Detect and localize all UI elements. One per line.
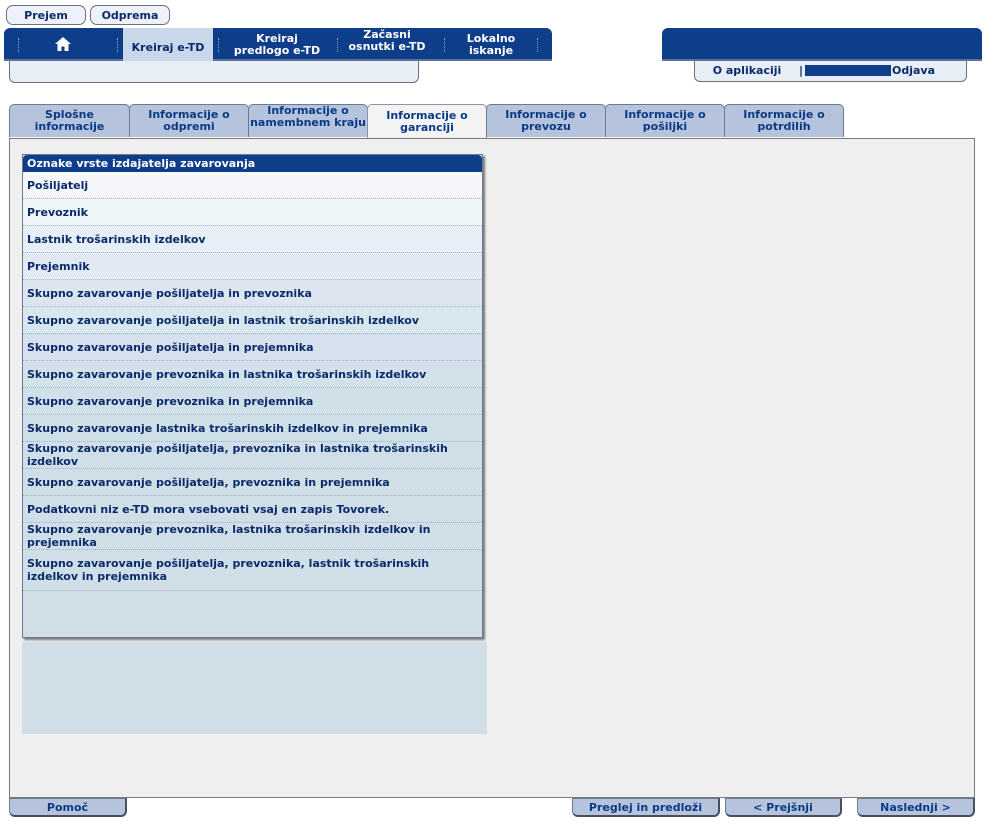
tab-general[interactable]: Splošne informacije — [9, 104, 130, 137]
nav-create-template[interactable]: Kreiraj predlogo e-TD — [228, 28, 326, 61]
nav-divider — [117, 38, 119, 52]
about-link[interactable]: O aplikaciji — [695, 63, 799, 79]
tab-consignment-info[interactable]: Informacije o pošiljki — [605, 104, 725, 137]
tab-label: Informacije o namembnem kraju — [250, 104, 366, 129]
user-subbar: O aplikaciji | Odjava — [694, 61, 967, 82]
list-item[interactable]: Skupno zavarovanje pošiljatelja in lastn… — [23, 307, 482, 334]
list-item[interactable]: Skupno zavarovanje pošiljatelja, prevozn… — [23, 550, 482, 591]
nav-divider — [18, 38, 20, 52]
list-item[interactable]: Skupno zavarovanje prevoznika in prejemn… — [23, 388, 482, 415]
nav-subbar — [9, 61, 419, 83]
nav-divider — [537, 38, 539, 52]
dispatch-button[interactable]: Odprema — [90, 5, 170, 25]
list-item[interactable]: Skupno zavarovanje pošiljatelja in preje… — [23, 334, 482, 361]
tab-dispatch-info[interactable]: Informacije o odpremi — [129, 104, 249, 137]
list-item[interactable]: Skupno zavarovanje pošiljatelja, prevozn… — [23, 442, 482, 469]
nav-local-search-label: Lokalno iskanje — [466, 31, 516, 57]
guarantor-type-list: Oznake vrste izdajatelja zavarovanja Poš… — [22, 154, 483, 638]
review-submit-button[interactable]: Preglej in predloži — [572, 798, 720, 817]
nav-divider — [337, 38, 339, 52]
nav-drafts-label: Začasni osnutki e-TD — [348, 28, 426, 53]
tab-label: Informacije o pošiljki — [624, 108, 706, 133]
tab-label: Informacije o garanciji — [386, 109, 468, 134]
list-item[interactable]: Skupno zavarovanje pošiljatelja in prevo… — [23, 280, 482, 307]
nav-create-etd-label: Kreiraj e-TD — [131, 40, 205, 54]
nav-home-button[interactable] — [48, 34, 78, 56]
nav-divider — [444, 38, 446, 52]
list-item[interactable]: Skupno zavarovanje lastnika trošarinskih… — [23, 415, 482, 442]
next-button[interactable]: Naslednji > — [857, 798, 975, 817]
list-item[interactable]: Podatkovni niz e-TD mora vsebovati vsaj … — [23, 496, 482, 523]
tab-guarantee-info[interactable]: Informacije o garanciji — [367, 104, 487, 139]
tab-label: Informacije o odpremi — [148, 108, 230, 133]
tab-label: Informacije o potrdilih — [743, 108, 825, 133]
logout-link[interactable]: Odjava — [892, 63, 942, 79]
list-item[interactable]: Pošiljatelj — [23, 172, 482, 199]
help-button[interactable]: Pomoč — [9, 798, 127, 817]
list-item[interactable]: Skupno zavarovanje prevoznika, lastnika … — [23, 523, 482, 550]
tab-receipts-info[interactable]: Informacije o potrdilih — [724, 104, 844, 137]
home-icon — [54, 35, 72, 56]
nav-create-template-label: Kreiraj predlogo e-TD — [233, 31, 321, 57]
list-item[interactable]: Lastnik trošarinskih izdelkov — [23, 226, 482, 253]
nav-divider — [218, 38, 220, 52]
nav-drafts[interactable]: Začasni osnutki e-TD — [342, 28, 432, 61]
list-item[interactable]: Prevoznik — [23, 199, 482, 226]
list-item[interactable]: Skupno zavarovanje pošiljatelja, prevozn… — [23, 469, 482, 496]
list-item[interactable]: Skupno zavarovanje prevoznika in lastnik… — [23, 361, 482, 388]
receive-button[interactable]: Prejem — [6, 5, 86, 25]
list-item[interactable]: Prejemnik — [23, 253, 482, 280]
details-box — [22, 642, 487, 734]
nav-local-search[interactable]: Lokalno iskanje — [456, 28, 526, 61]
main-nav: Kreiraj e-TD Kreiraj predlogo e-TD Začas… — [4, 28, 552, 67]
tab-label: Splošne informacije — [34, 108, 105, 133]
user-bar — [662, 28, 982, 61]
tab-destination-info[interactable]: Informacije o namembnem kraju — [248, 104, 368, 137]
user-name-field — [805, 65, 891, 76]
previous-button[interactable]: < Prejšnji — [725, 798, 842, 817]
tab-transport-info[interactable]: Informacije o prevozu — [486, 104, 606, 137]
tab-label: Informacije o prevozu — [505, 108, 587, 133]
list-title: Oznake vrste izdajatelja zavarovanja — [23, 155, 482, 172]
